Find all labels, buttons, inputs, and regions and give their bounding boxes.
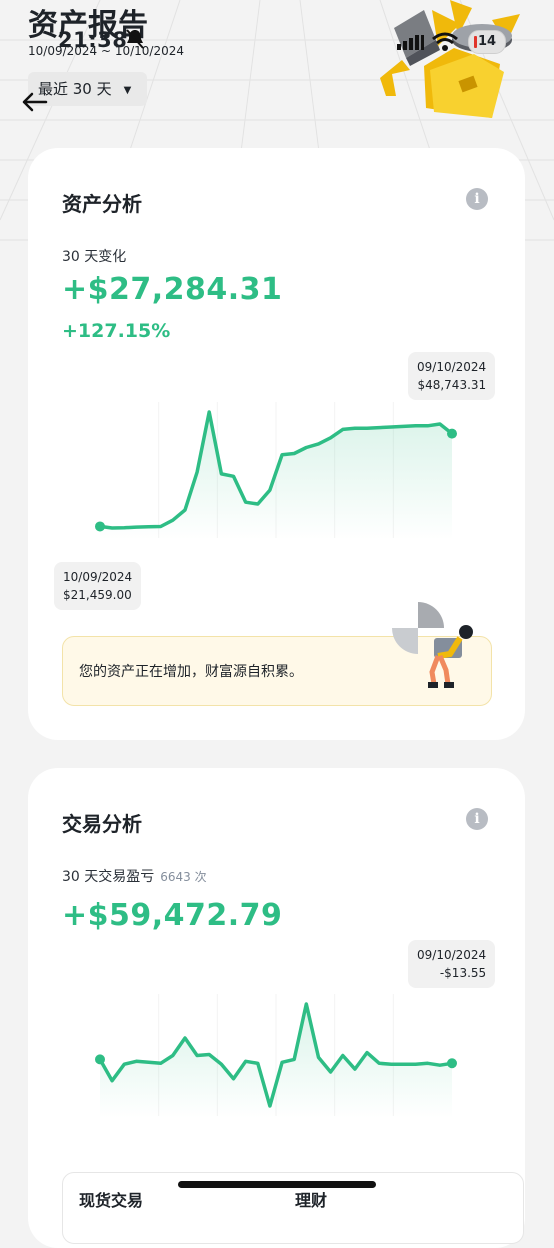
- trade-count: 6643 次: [160, 870, 207, 884]
- spot-trading-label: 现货交易: [79, 1191, 144, 1210]
- asset-line-chart: [95, 402, 457, 540]
- trade-pnl-line-chart: [95, 994, 457, 1118]
- battery-indicator: 14: [468, 30, 506, 54]
- hero-illustration: [380, 0, 520, 118]
- asset-card-title: 资产分析: [62, 192, 142, 216]
- start-point: [95, 1054, 105, 1065]
- asset-change-percent: +127.15%: [62, 320, 171, 342]
- clock-time: 21:38: [58, 28, 128, 52]
- info-icon[interactable]: i: [466, 808, 488, 830]
- home-indicator: [178, 1181, 376, 1188]
- status-bar: 21:38 14: [0, 22, 554, 58]
- asset-start-date: 10/09/2024: [63, 570, 133, 584]
- back-arrow-icon[interactable]: [22, 92, 48, 116]
- trade-end-date: 09/10/2024: [417, 948, 487, 962]
- cellular-signal-icon: [397, 34, 425, 54]
- trade-pnl-value: +$59,472.79: [62, 898, 283, 933]
- mute-bell-icon: [125, 28, 145, 54]
- chevron-down-icon: ▼: [123, 85, 132, 96]
- end-point: [447, 1058, 457, 1069]
- trade-pnl-label: 30 天交易盈亏 6643 次: [62, 866, 207, 886]
- asset-change-value: +$27,284.31: [62, 272, 283, 307]
- asset-start-tooltip: 10/09/2024 $21,459.00: [54, 562, 142, 610]
- trade-pnl-label-text: 30 天交易盈亏: [62, 869, 155, 885]
- end-point: [447, 428, 457, 439]
- asset-end-date: 09/10/2024: [417, 360, 487, 374]
- asset-change-label: 30 天变化: [62, 249, 127, 265]
- trade-analysis-card: 交易分析 i 30 天交易盈亏 6643 次 +$59,472.79 09/10/…: [28, 768, 525, 1248]
- person-illustration: [392, 602, 473, 688]
- wifi-icon: [432, 32, 458, 56]
- info-icon[interactable]: i: [466, 188, 488, 210]
- trade-card-title: 交易分析: [62, 812, 142, 836]
- asset-tip-text: 您的资产正在增加，财富源自积累。: [79, 664, 303, 680]
- start-point: [95, 521, 105, 532]
- asset-start-value: $21,459.00: [63, 588, 132, 602]
- period-dropdown-label: 最近 30 天: [38, 80, 112, 98]
- asset-analysis-card: 资产分析 i 30 天变化 +$27,284.31 +127.15% 09/10…: [28, 148, 525, 740]
- earn-label: 理财: [295, 1191, 328, 1210]
